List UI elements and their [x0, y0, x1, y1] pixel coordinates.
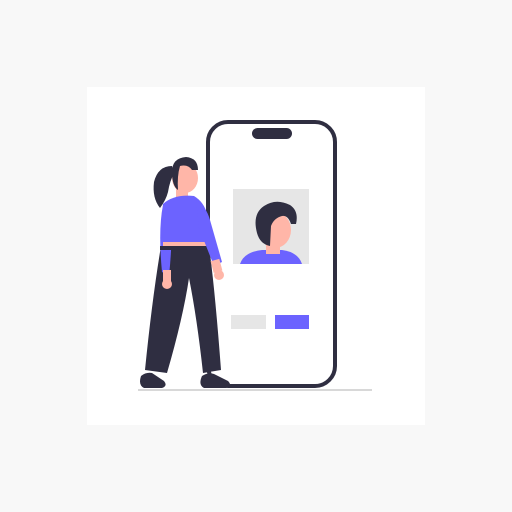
- cancel-button[interactable]: [231, 315, 266, 329]
- wide-pants: [145, 246, 221, 373]
- smartphone-icon: [206, 120, 337, 388]
- profile-verification-illustration: [138, 120, 372, 391]
- left-shoe: [140, 372, 166, 388]
- confirm-button[interactable]: [275, 315, 309, 329]
- phone-speaker-notch: [252, 128, 292, 139]
- right-hand: [214, 270, 224, 280]
- illustration-page: [0, 0, 512, 512]
- user-avatar-icon: [233, 189, 309, 264]
